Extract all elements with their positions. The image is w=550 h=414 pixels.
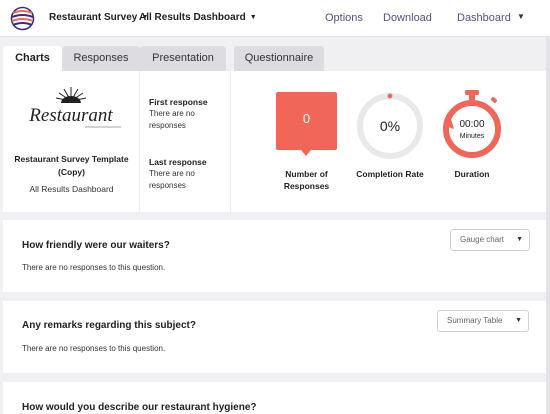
survey-title: Restaurant Survey Template (Copy) [14,154,129,177]
last-response-value: There are no responses [149,169,195,190]
responses-count-value: 0 [302,111,311,126]
logo-text: Restaurant [28,105,113,126]
chart-type-value: Summary Table [447,316,503,325]
chart-type-select[interactable]: Summary Table ▼ [437,310,529,332]
survey-selector[interactable]: Restaurant Survey ▼ [49,12,148,23]
completion-rate-label: Completion Rate [356,169,424,179]
duration-label: Duration [454,169,490,179]
chevron-down-icon: ▼ [249,14,257,21]
chevron-down-icon: ▼ [515,317,522,324]
first-response-value: There are no responses [149,109,195,130]
divider [139,71,140,212]
dashboard-label: All Results Dashboard [29,184,114,194]
last-response-label: Last response [149,157,207,167]
tab-presentation[interactable]: Presentation [140,46,226,71]
dashboard-selector-label: All Results Dashboard [139,12,246,23]
question-title: How would you describe our restaurant hy… [22,402,257,413]
chart-type-value: Gauge chart [460,235,505,244]
question-title: How friendly were our waiters? [22,240,170,251]
question-card: How friendly were our waiters? There are… [3,220,548,292]
dashboard-selector[interactable]: All Results Dashboard ▼ [139,12,257,23]
question-card: How would you describe our restaurant hy… [3,382,548,414]
chevron-down-icon[interactable]: ▼ [517,12,525,21]
chart-type-select[interactable]: Gauge chart ▼ [450,229,530,251]
tab-questionnaire[interactable]: Questionnaire [234,46,324,71]
divider [230,71,231,212]
no-responses-text: There are no responses to this question. [22,344,166,353]
question-card: Any remarks regarding this subject? Ther… [3,301,548,373]
completion-rate-value: 0% [379,118,401,134]
speech-tail [301,150,311,156]
chevron-down-icon: ▼ [516,236,523,243]
tab-charts[interactable]: Charts [3,46,62,71]
duration-unit: Minutes [459,133,485,140]
summary-panel: Restaurant Restaurant Survey Template (C… [3,71,550,212]
app-logo-icon[interactable] [10,6,35,31]
top-bar: Restaurant Survey ▼ All Results Dashboard… [0,0,550,37]
question-title: Any remarks regarding this subject? [22,320,196,331]
scrollbar[interactable] [546,37,550,414]
restaurant-logo: Restaurant [28,87,121,128]
tab-responses[interactable]: Responses [62,46,140,71]
responses-count-label: Number of Responses [283,169,330,191]
options-link[interactable]: Options [325,12,363,24]
download-link[interactable]: Download [383,12,432,24]
dashboard-link[interactable]: Dashboard [457,12,511,24]
duration-value: 00:00 [459,119,485,130]
first-response-label: First response [149,97,208,107]
survey-selector-label: Restaurant Survey [49,12,138,23]
no-responses-text: There are no responses to this question. [22,263,166,272]
